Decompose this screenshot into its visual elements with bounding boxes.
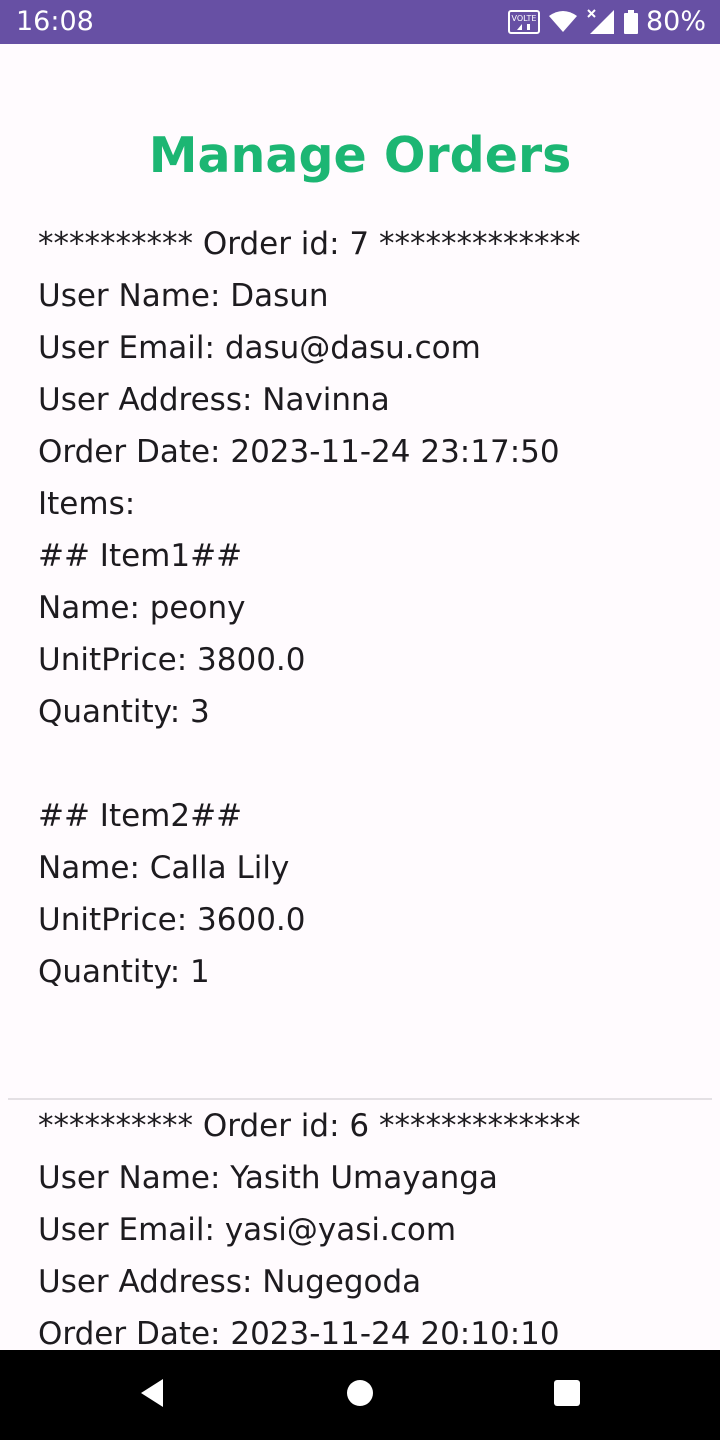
order-card: ********** Order id: 6 ************* Use…	[38, 1100, 698, 1350]
item-quantity: Quantity: 1	[38, 954, 210, 990]
user-address: User Address: Nugegoda	[38, 1264, 422, 1300]
orders-screen[interactable]: Manage Orders ********** Order id: 7 ***…	[0, 44, 720, 1350]
order-card: ********** Order id: 7 ************* Use…	[38, 218, 698, 998]
item-heading: ## Item1##	[38, 538, 243, 574]
volte-icon: VOLTE	[507, 10, 540, 34]
order-date: Order Date: 2023-11-24 20:10:10	[38, 1316, 560, 1350]
item-spacer	[38, 738, 698, 790]
item-name: Name: Calla Lily	[38, 850, 290, 886]
item-quantity: Quantity: 3	[38, 694, 210, 730]
home-icon	[345, 1378, 375, 1412]
user-address: User Address: Navinna	[38, 382, 390, 418]
battery-icon	[623, 10, 638, 34]
user-email: User Email: yasi@yasi.com	[38, 1212, 457, 1248]
items-label: Items:	[38, 486, 136, 522]
user-name: User Name: Dasun	[38, 278, 329, 314]
order-header: ********** Order id: 7 *************	[38, 226, 581, 262]
item-heading: ## Item2##	[38, 798, 243, 834]
item-unit-price: UnitPrice: 3600.0	[38, 902, 306, 938]
page-title: Manage Orders	[148, 127, 572, 184]
navigation-bar	[0, 1350, 720, 1440]
user-name: User Name: Yasith Umayanga	[38, 1160, 498, 1196]
back-button[interactable]	[129, 1372, 175, 1418]
status-bar: 16:08 VOLTE 80%	[0, 0, 720, 44]
order-header: ********** Order id: 6 *************	[38, 1108, 581, 1144]
item-unit-price: UnitPrice: 3800.0	[38, 642, 306, 678]
item-name: Name: peony	[38, 590, 246, 626]
status-icons: VOLTE 80%	[507, 6, 706, 38]
recents-button[interactable]	[544, 1372, 590, 1418]
wifi-icon	[548, 10, 578, 34]
signal-icon	[586, 9, 616, 35]
order-date: Order Date: 2023-11-24 23:17:50	[38, 434, 560, 470]
recents-icon	[552, 1378, 582, 1412]
volte-label: VOLTE	[512, 14, 537, 23]
home-button[interactable]	[337, 1372, 383, 1418]
status-time: 16:08	[16, 6, 94, 37]
battery-percent: 80%	[645, 6, 706, 37]
back-icon	[137, 1377, 167, 1413]
user-email: User Email: dasu@dasu.com	[38, 330, 481, 366]
